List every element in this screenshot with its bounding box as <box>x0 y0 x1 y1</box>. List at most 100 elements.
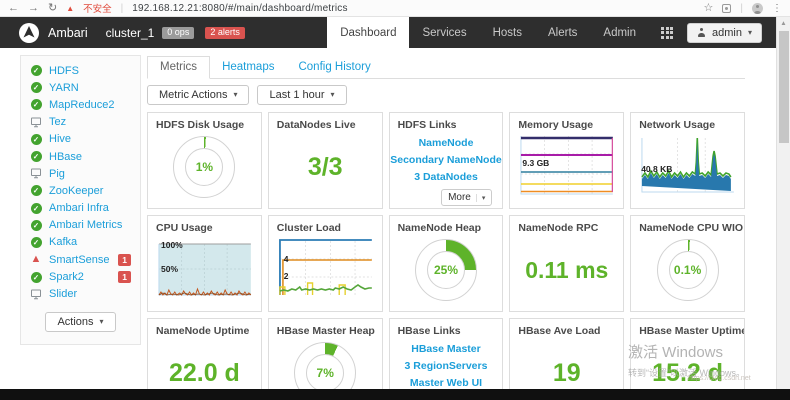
hdfs-links-list: NameNode Secondary NameNode 3 DataNodes <box>390 132 503 186</box>
nav-tab-alerts[interactable]: Alerts <box>535 17 590 48</box>
actions-button-label: Actions <box>57 316 93 328</box>
user-menu-button[interactable]: admin ▾ <box>687 23 762 43</box>
widget-hbase-master-uptime: HBase Master Uptime 15.2 d <box>630 318 745 400</box>
check-circle-icon: ✓ <box>31 82 42 93</box>
hbase-master-link[interactable]: HBase Master <box>411 341 480 358</box>
widget-network-usage: Network Usage 40.8 KB <box>630 112 745 209</box>
service-status-icon: ✓▲ <box>30 289 42 300</box>
extension-icon[interactable] <box>722 4 731 13</box>
service-label: SmartSense <box>49 254 110 266</box>
views-grid-icon[interactable] <box>661 27 673 39</box>
profile-avatar-icon[interactable] <box>752 3 763 14</box>
service-label: Tez <box>49 116 66 128</box>
tab-config-history[interactable]: Config History <box>286 57 382 78</box>
service-status-icon: ✓▲ <box>30 185 42 196</box>
tab-metrics[interactable]: Metrics <box>147 56 210 79</box>
check-circle-icon: ✓ <box>31 134 42 145</box>
browser-toolbar: ← → ↻ ▲ 不安全 | 192.168.12.21:8080/#/main/… <box>0 0 790 17</box>
main-navigation: Dashboard Services Hosts Alerts Admin ad… <box>327 17 776 48</box>
widget-hbase-ave-load: HBase Ave Load 19 <box>509 318 624 400</box>
nav-tab-dashboard[interactable]: Dashboard <box>327 17 409 48</box>
widget-hbase-master-heap: HBase Master Heap 7% <box>268 318 383 400</box>
secondary-namenode-link[interactable]: Secondary NameNode <box>390 152 501 169</box>
sidebar-item-hdfs[interactable]: ✓▲ HDFS <box>21 62 140 79</box>
cluster-load-chart: 4 2 <box>276 237 375 301</box>
service-status-icon: ✓▲ <box>30 220 42 231</box>
metrics-toolbar: Metric Actions ▾ Last 1 hour ▾ <box>147 85 745 105</box>
memory-usage-value-label: 9.3 GB <box>522 158 549 168</box>
sidebar-item-tez[interactable]: ✓▲ Tez <box>21 114 140 131</box>
service-label: HDFS <box>49 65 79 77</box>
metric-actions-label: Metric Actions <box>159 89 227 101</box>
metric-actions-button[interactable]: Metric Actions ▾ <box>147 85 249 105</box>
widget-namenode-uptime: NameNode Uptime 22.0 d <box>147 318 262 400</box>
taskbar-strip <box>0 389 790 400</box>
alert-count-badge[interactable]: 1 <box>118 271 131 283</box>
sidebar-item-ambari-metrics[interactable]: ✓▲ Ambari Metrics <box>21 217 140 234</box>
widget-title: HDFS Disk Usage <box>148 113 261 132</box>
regionservers-link[interactable]: 3 RegionServers <box>405 358 488 375</box>
datanodes-link[interactable]: 3 DataNodes <box>414 169 478 186</box>
sidebar-item-smartsense[interactable]: ✓▲ SmartSense 1 <box>21 251 140 268</box>
sidebar-item-slider[interactable]: ✓▲ Slider <box>21 286 140 303</box>
sidebar-item-hive[interactable]: ✓▲ Hive <box>21 131 140 148</box>
widgets-grid: HDFS Disk Usage 1% DataNodes Live 3/3 HD… <box>147 112 745 400</box>
datanodes-live-value: 3/3 <box>308 153 343 182</box>
widget-title: HDFS Links <box>390 113 503 132</box>
sidebar-item-zookeeper[interactable]: ✓▲ ZooKeeper <box>21 182 140 199</box>
browser-menu-icon[interactable]: ⋮ <box>772 3 782 14</box>
service-status-icon: ✓▲ <box>30 134 42 145</box>
more-button[interactable]: More ▾ <box>441 189 492 206</box>
service-label: Hive <box>49 133 71 145</box>
nav-tab-hosts[interactable]: Hosts <box>480 17 535 48</box>
chevron-down-icon: ▾ <box>476 194 486 202</box>
back-icon[interactable]: ← <box>8 3 19 14</box>
chevron-down-icon: ▾ <box>748 29 752 37</box>
forward-icon[interactable]: → <box>28 3 39 14</box>
donut-value: 1% <box>196 160 213 174</box>
sidebar-item-pig[interactable]: ✓▲ Pig <box>21 165 140 182</box>
widget-memory-usage: Memory Usage 9.3 GB <box>509 112 624 209</box>
bookmark-star-icon[interactable]: ☆ <box>704 3 714 14</box>
nav-tab-services[interactable]: Services <box>409 17 479 48</box>
ambari-logo[interactable] <box>18 22 40 44</box>
sidebar-item-spark2[interactable]: ✓▲ Spark2 1 <box>21 268 140 285</box>
widget-title: NameNode CPU WIO <box>631 216 744 235</box>
chevron-down-icon: ▾ <box>100 318 104 326</box>
widget-title: NameNode Uptime <box>148 319 261 338</box>
scrollbar-up-icon[interactable]: ▲ <box>777 17 790 27</box>
monitor-icon <box>30 289 42 300</box>
cpu-usage-chart: 100% 50% <box>155 237 254 301</box>
scrollbar-thumb[interactable] <box>779 31 789 143</box>
sidebar-item-hbase[interactable]: ✓▲ HBase <box>21 148 140 165</box>
check-circle-icon: ✓ <box>31 151 42 162</box>
insecure-warning-icon[interactable]: ▲ <box>66 4 74 13</box>
sidebar-item-kafka[interactable]: ✓▲ Kafka <box>21 234 140 251</box>
sidebar-item-mapreduce2[interactable]: ✓▲ MapReduce2 <box>21 96 140 113</box>
alerts-count-badge[interactable]: 2 alerts <box>205 27 245 39</box>
nav-tab-admin[interactable]: Admin <box>590 17 649 48</box>
widget-title: HBase Links <box>390 319 503 338</box>
service-label: MapReduce2 <box>49 99 114 111</box>
address-bar[interactable]: 192.168.12.21:8080/#/main/dashboard/metr… <box>132 3 347 14</box>
ops-count-badge[interactable]: 0 ops <box>162 27 194 39</box>
page-scrollbar[interactable]: ▲ <box>776 17 790 389</box>
time-range-button[interactable]: Last 1 hour ▾ <box>257 85 346 105</box>
toolbar-divider: | <box>740 3 743 14</box>
alert-count-badge[interactable]: 1 <box>118 254 131 266</box>
widget-title: NameNode Heap <box>390 216 503 235</box>
namenode-cpu-wio-donut: 0.1% <box>657 239 719 301</box>
widget-namenode-heap: NameNode Heap 25% <box>389 215 504 312</box>
service-status-icon: ✓▲ <box>30 254 42 265</box>
sidebar-item-ambari-infra[interactable]: ✓▲ Ambari Infra <box>21 200 140 217</box>
refresh-icon[interactable]: ↻ <box>48 3 57 14</box>
address-divider: | <box>121 3 124 14</box>
service-status-icon: ✓▲ <box>30 203 42 214</box>
insecure-warning-label[interactable]: 不安全 <box>83 1 112 15</box>
widget-cluster-load: Cluster Load 4 2 <box>268 215 383 312</box>
sidebar-item-yarn[interactable]: ✓▲ YARN <box>21 79 140 96</box>
actions-button[interactable]: Actions ▾ <box>45 312 115 332</box>
tab-heatmaps[interactable]: Heatmaps <box>210 57 286 78</box>
namenode-link[interactable]: NameNode <box>419 135 474 152</box>
check-circle-icon: ✓ <box>31 272 42 283</box>
